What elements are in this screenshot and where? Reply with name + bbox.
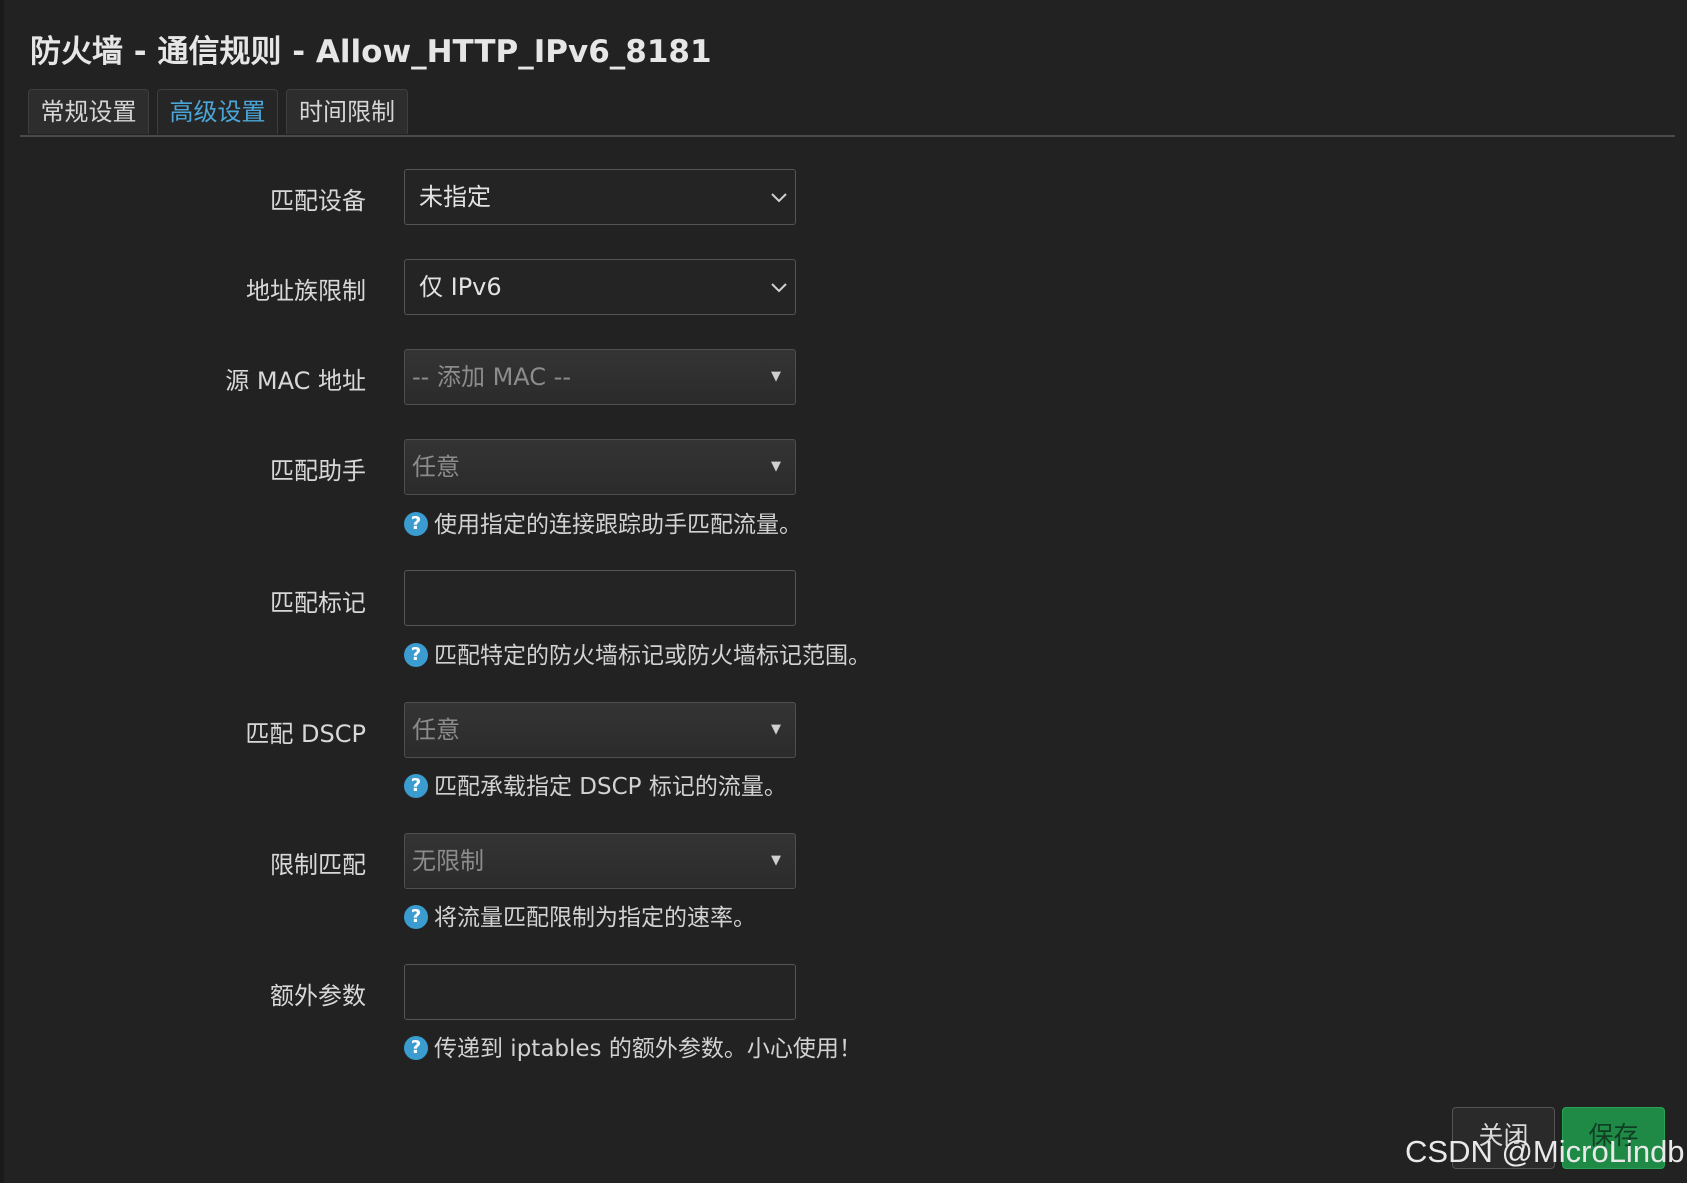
caret-down-icon: ▼: [771, 369, 781, 384]
tab-bar: 常规设置 高级设置 时间限制: [20, 89, 1675, 137]
extra-help: ? 传递到 iptables 的额外参数。小心使用！: [404, 1029, 862, 1063]
limit-label: 限制匹配: [270, 851, 366, 879]
help-icon: ?: [404, 1036, 428, 1060]
tab-advanced-settings[interactable]: 高级设置: [157, 89, 278, 134]
caret-down-icon: ▼: [771, 853, 781, 868]
helper-help: ? 使用指定的连接跟踪助手匹配流量。: [404, 505, 802, 539]
extra-input[interactable]: [404, 964, 796, 1020]
match-device-select[interactable]: 未指定: [404, 169, 796, 225]
chevron-down-icon: [771, 283, 787, 293]
extra-help-text: 传递到 iptables 的额外参数。小心使用！: [434, 1036, 862, 1062]
help-icon: ?: [404, 905, 428, 929]
limit-help: ? 将流量匹配限制为指定的速率。: [404, 898, 756, 932]
caret-down-icon: ▼: [771, 722, 781, 737]
mark-input[interactable]: [404, 570, 796, 626]
tab-time-restrictions[interactable]: 时间限制: [286, 89, 408, 134]
match-device-value: 未指定: [419, 183, 491, 211]
left-border: [0, 0, 4, 1183]
helper-value: 任意: [412, 453, 460, 481]
src-mac-dropdown[interactable]: -- 添加 MAC -- ▼: [404, 349, 796, 405]
page-title: 防火墙 - 通信规则 - Allow_HTTP_IPv6_8181: [30, 34, 712, 70]
tab-general-settings[interactable]: 常规设置: [28, 89, 149, 134]
family-value: 仅 IPv6: [419, 273, 502, 301]
chevron-down-icon: [771, 193, 787, 203]
mark-label: 匹配标记: [270, 589, 366, 617]
dscp-value: 任意: [412, 716, 460, 744]
dscp-help-text: 匹配承载指定 DSCP 标记的流量。: [434, 774, 787, 800]
helper-label: 匹配助手: [270, 457, 366, 485]
dscp-label: 匹配 DSCP: [245, 720, 366, 748]
help-icon: ?: [404, 512, 428, 536]
helper-dropdown[interactable]: 任意 ▼: [404, 439, 796, 495]
help-icon: ?: [404, 643, 428, 667]
mark-help-text: 匹配特定的防火墙标记或防火墙标记范围。: [434, 643, 871, 669]
modal-dialog: 防火墙 - 通信规则 - Allow_HTTP_IPv6_8181 常规设置 高…: [0, 0, 1687, 1183]
helper-help-text: 使用指定的连接跟踪助手匹配流量。: [434, 512, 802, 538]
extra-label: 额外参数: [270, 982, 366, 1010]
mark-help: ? 匹配特定的防火墙标记或防火墙标记范围。: [404, 636, 871, 670]
watermark: CSDN @MicroLindb: [1405, 1134, 1685, 1169]
match-device-label: 匹配设备: [270, 187, 366, 215]
dscp-help: ? 匹配承载指定 DSCP 标记的流量。: [404, 767, 787, 801]
src-mac-placeholder: -- 添加 MAC --: [412, 363, 571, 391]
dscp-dropdown[interactable]: 任意 ▼: [404, 702, 796, 758]
limit-dropdown[interactable]: 无限制 ▼: [404, 833, 796, 889]
src-mac-label: 源 MAC 地址: [225, 367, 366, 395]
help-icon: ?: [404, 774, 428, 798]
family-select[interactable]: 仅 IPv6: [404, 259, 796, 315]
limit-value: 无限制: [412, 847, 484, 875]
caret-down-icon: ▼: [771, 459, 781, 474]
family-label: 地址族限制: [246, 277, 366, 305]
limit-help-text: 将流量匹配限制为指定的速率。: [434, 905, 756, 931]
